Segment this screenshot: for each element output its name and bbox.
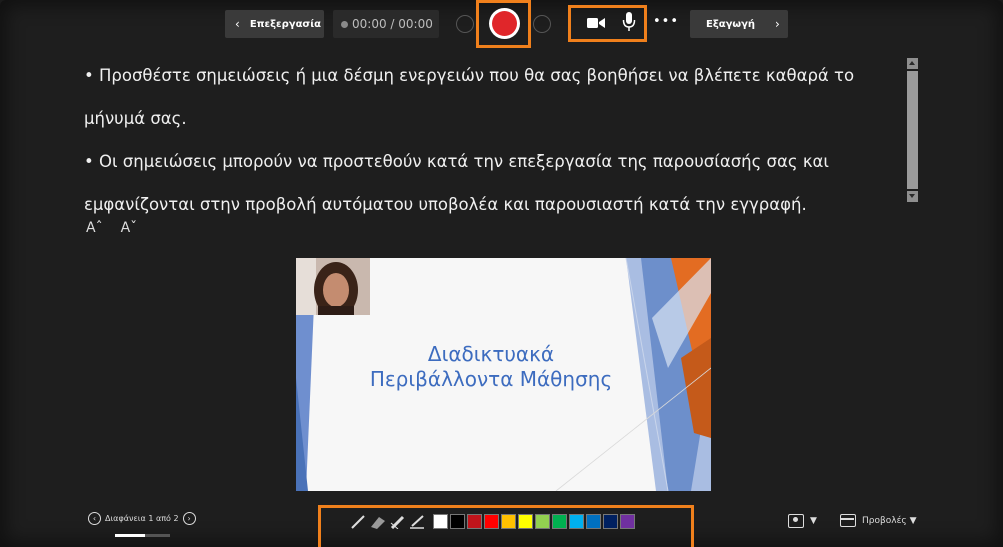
export-button[interactable]: Εξαγωγή ›: [690, 10, 788, 38]
previous-slide-icon[interactable]: ‹: [88, 512, 101, 525]
notes-line: μήνυμά σας.: [84, 109, 187, 128]
color-swatch[interactable]: [501, 514, 516, 529]
color-swatch[interactable]: [603, 514, 618, 529]
microphone-icon[interactable]: [622, 12, 636, 32]
camera-icon[interactable]: [586, 16, 606, 30]
slide-counter: Διαφάνεια 1 από 2: [105, 514, 179, 523]
notes-line: εμφανίζονται στην προβολή αυτόματου υποβ…: [84, 195, 807, 214]
slide-navigation: ‹ Διαφάνεια 1 από 2 ›: [88, 512, 196, 525]
slide-preview: Διαδικτυακά Περιβάλλοντα Μάθησης: [296, 258, 711, 491]
notes-line: • Οι σημειώσεις μπορούν να προστεθούν κα…: [84, 152, 829, 171]
color-swatch[interactable]: [535, 514, 550, 529]
color-swatch[interactable]: [620, 514, 635, 529]
scroll-up-icon[interactable]: [907, 58, 918, 69]
views-label: Προβολές ▼: [862, 515, 917, 526]
scroll-thumb[interactable]: [907, 71, 918, 189]
slide-title: Διαδικτυακά Περιβάλλοντα Μάθησης: [336, 342, 646, 392]
camera-layout-dropdown-icon: ▼: [810, 516, 817, 526]
next-slide-icon[interactable]: ›: [182, 512, 196, 525]
pause-icon[interactable]: [533, 15, 551, 33]
color-swatch[interactable]: [569, 514, 584, 529]
timer-dot-icon: [341, 20, 348, 28]
camera-layout-toggle[interactable]: ▼: [788, 514, 817, 528]
recording-window: ‹ Επεξεργασία 00:00 / 00:00 ••• Εξαγωγή …: [0, 0, 1003, 547]
views-icon: [840, 514, 856, 527]
chevron-left-icon: ‹: [235, 17, 240, 31]
decrease-font-button[interactable]: Aˇ: [121, 220, 138, 236]
eraser-icon[interactable]: [369, 515, 387, 529]
views-button[interactable]: Προβολές ▼: [840, 514, 917, 527]
timer-text: 00:00 / 00:00: [352, 17, 433, 31]
presenter-icon: [788, 514, 804, 528]
color-swatch[interactable]: [518, 514, 533, 529]
color-swatch[interactable]: [552, 514, 567, 529]
color-swatch[interactable]: [433, 514, 448, 529]
recording-timer: 00:00 / 00:00: [333, 10, 439, 38]
laser-pen-icon[interactable]: [409, 514, 427, 529]
notes-line: • Προσθέστε σημειώσεις ή μια δέσμη ενεργ…: [84, 66, 855, 85]
font-size-controls: Aˆ Aˇ: [86, 220, 137, 236]
slide-progress-bar: [115, 534, 170, 537]
color-swatch[interactable]: [450, 514, 465, 529]
slide-progress-fill: [115, 534, 146, 537]
color-swatch[interactable]: [467, 514, 482, 529]
slide-title-line: Διαδικτυακά: [427, 342, 555, 366]
highlighter-icon[interactable]: [389, 515, 407, 529]
speaker-notes: • Προσθέστε σημειώσεις ή μια δέσμη ενεργ…: [84, 62, 884, 234]
export-label: Εξαγωγή: [706, 18, 756, 30]
chevron-right-icon: ›: [775, 17, 780, 31]
edit-button[interactable]: ‹ Επεξεργασία: [225, 10, 324, 38]
retake-icon[interactable]: [456, 15, 474, 33]
record-button[interactable]: [489, 8, 520, 39]
color-swatch[interactable]: [484, 514, 499, 529]
more-options-icon[interactable]: •••: [653, 14, 679, 29]
pen-toolbar: [349, 514, 637, 529]
record-icon: [492, 11, 517, 36]
color-swatch[interactable]: [586, 514, 601, 529]
increase-font-button[interactable]: Aˆ: [86, 220, 103, 236]
notes-scrollbar[interactable]: [906, 58, 919, 204]
slide-title-line: Περιβάλλοντα Μάθησης: [369, 367, 613, 391]
edit-label: Επεξεργασία: [249, 18, 321, 30]
webcam-preview[interactable]: [296, 258, 370, 315]
scroll-down-icon[interactable]: [907, 191, 918, 202]
pen-tool-icon[interactable]: [349, 514, 367, 529]
